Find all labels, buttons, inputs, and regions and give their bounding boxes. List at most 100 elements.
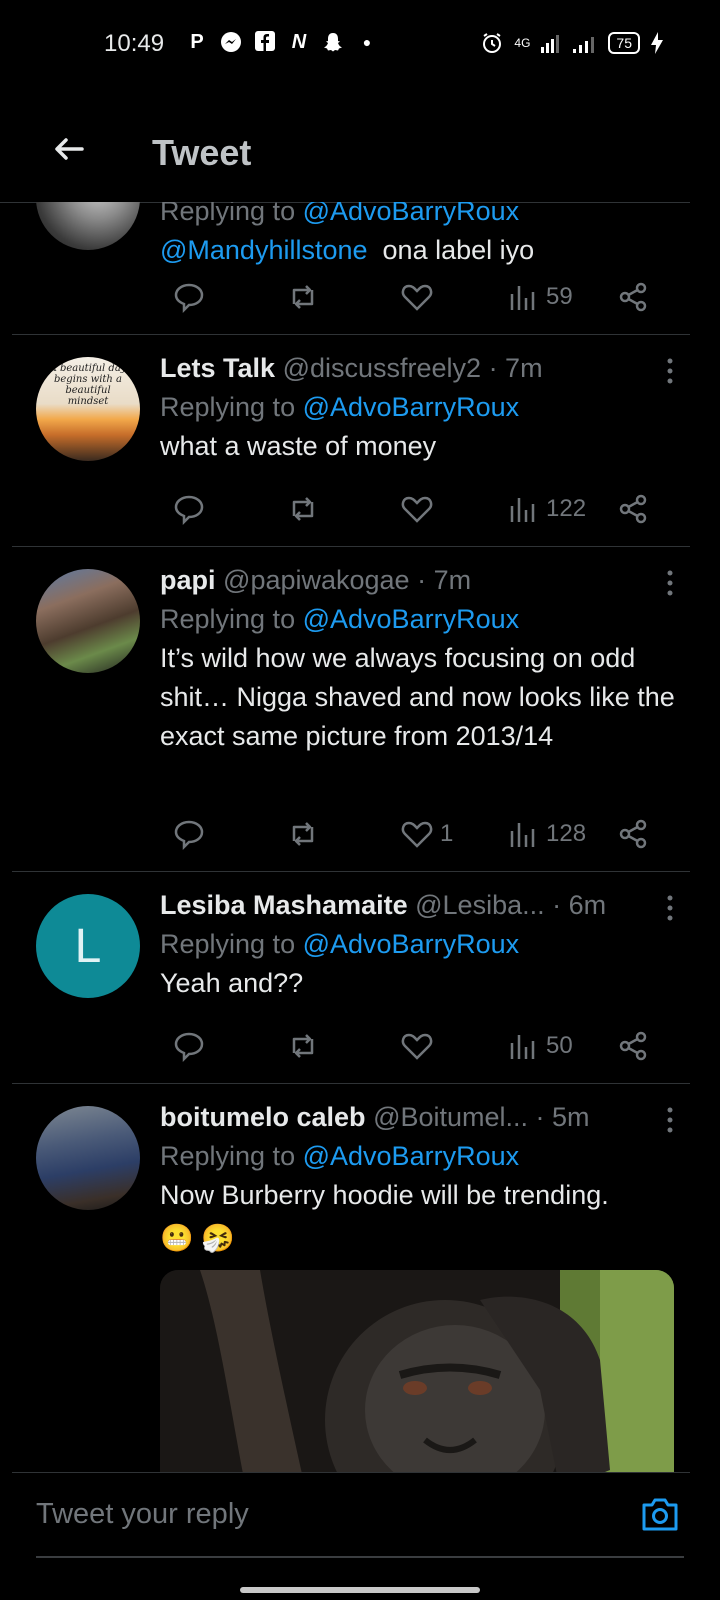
more-options-icon[interactable] (666, 894, 674, 922)
top-app-bar: Tweet (0, 110, 720, 203)
views-button[interactable]: 59 (506, 280, 573, 314)
reply-handle-link[interactable]: @AdvoBarryRoux (303, 392, 520, 422)
tweet-media-image[interactable] (160, 1270, 674, 1472)
author-name[interactable]: boitumelo caleb (160, 1102, 366, 1132)
reply-input[interactable] (36, 1478, 596, 1550)
share-button[interactable] (616, 280, 650, 314)
tweet-time: · 5m (535, 1102, 590, 1132)
share-button[interactable] (616, 1029, 650, 1063)
views-count: 50 (546, 1032, 573, 1059)
author-handle[interactable]: @Boitumel... (373, 1102, 528, 1132)
reply-tweet[interactable]: Replying to @AdvoBarryRoux @Mandyhillsto… (12, 202, 690, 335)
avatar[interactable] (36, 1106, 140, 1210)
more-options-icon[interactable] (666, 357, 674, 385)
author-name[interactable]: Lets Talk (160, 353, 275, 383)
tweet-text: Now Burberry hoodie will be trending. (160, 1180, 609, 1210)
retweet-button[interactable] (286, 1029, 320, 1063)
p-app-icon: P (190, 31, 204, 53)
tweet-actions: 122 (160, 492, 680, 526)
reply-icon (174, 495, 204, 526)
replying-to: Replying to @AdvoBarryRoux (160, 392, 520, 422)
reply-handle-link[interactable]: @AdvoBarryRoux (303, 1141, 520, 1171)
like-button[interactable]: 1 (400, 817, 453, 851)
tweet-emoji: 😬 🤧 (160, 1223, 235, 1253)
share-icon (619, 1031, 647, 1061)
reply-tweet[interactable]: papi @papiwakogae · 7m Replying to @Advo… (12, 547, 690, 872)
reply-button[interactable] (172, 492, 206, 526)
share-button[interactable] (616, 492, 650, 526)
signal-2-icon (573, 37, 595, 53)
author-handle[interactable]: @Lesiba... (415, 890, 544, 920)
retweet-icon (292, 1034, 314, 1058)
views-icon (510, 286, 535, 310)
author-handle[interactable]: @papiwakogae (223, 565, 410, 595)
signal-icon (541, 35, 560, 53)
reply-handle-link[interactable]: @AdvoBarryRoux (303, 604, 520, 634)
share-button[interactable] (616, 817, 650, 851)
home-gesture-bar[interactable] (240, 1587, 480, 1593)
more-options-icon[interactable] (666, 569, 674, 597)
tweet-header: boitumelo caleb @Boitumel... · 5m (160, 1102, 682, 1133)
n-app-icon: N (291, 31, 307, 53)
retweet-button[interactable] (286, 280, 320, 314)
avatar-initial: L (74, 919, 102, 973)
tweet-time: · 7m (417, 565, 472, 595)
reply-icon (174, 820, 204, 851)
replies-feed[interactable]: Replying to @AdvoBarryRoux @Mandyhillsto… (12, 202, 690, 1472)
avatar[interactable]: A beautiful day begins with a beautiful … (36, 357, 140, 461)
author-name[interactable]: papi (160, 565, 216, 595)
reply-icon (174, 283, 204, 314)
author-name[interactable]: Lesiba Mashamaite (160, 890, 408, 920)
reply-icon (174, 1032, 204, 1063)
like-button[interactable] (400, 492, 434, 526)
facebook-icon (254, 31, 276, 53)
camera-icon[interactable] (640, 1495, 680, 1533)
notification-icons: P N ● (186, 31, 378, 53)
retweet-button[interactable] (286, 817, 320, 851)
tweet-time: · 7m (488, 353, 543, 383)
mention-link[interactable]: @Mandyhillstone (160, 235, 368, 265)
charging-icon (651, 32, 663, 54)
retweet-button[interactable] (286, 492, 320, 526)
more-options-icon[interactable] (666, 1106, 674, 1134)
reply-handle-link[interactable]: @AdvoBarryRoux (303, 929, 520, 959)
reply-underline (36, 1556, 684, 1558)
system-status: 4G 75 (480, 31, 664, 55)
reply-button[interactable] (172, 817, 206, 851)
share-icon (619, 819, 647, 849)
views-count: 122 (546, 495, 587, 522)
reply-handle-link[interactable]: @AdvoBarryRoux (303, 202, 520, 226)
reply-button[interactable] (172, 1029, 206, 1063)
replying-to: Replying to @AdvoBarryRoux (160, 929, 520, 959)
like-button[interactable] (400, 280, 434, 314)
retweet-icon (292, 285, 314, 309)
messenger-icon (220, 31, 242, 53)
tweet-header: Lets Talk @discussfreely2 · 7m (160, 353, 682, 384)
avatar[interactable] (36, 569, 140, 673)
avatar[interactable] (36, 202, 140, 250)
reply-tweet[interactable]: boitumelo caleb @Boitumel... · 5m Replyi… (12, 1084, 690, 1472)
reply-bar-divider (12, 1472, 690, 1473)
tweet-time: · 6m (552, 890, 607, 920)
likes-count: 1 (440, 820, 454, 847)
more-notifications-dot: ● (362, 34, 372, 50)
like-button[interactable] (400, 1029, 434, 1063)
battery-indicator: 75 (608, 32, 640, 54)
reply-tweet[interactable]: L Lesiba Mashamaite @Lesiba... · 6m Repl… (12, 872, 690, 1084)
views-button[interactable]: 122 (506, 492, 586, 526)
views-button[interactable]: 128 (506, 817, 586, 851)
gorilla-illustration (160, 1270, 674, 1472)
reply-button[interactable] (172, 280, 206, 314)
heart-icon (401, 1033, 433, 1060)
views-button[interactable]: 50 (506, 1029, 573, 1063)
views-count: 128 (546, 820, 587, 847)
share-icon (619, 494, 647, 524)
status-time: 10:49 (104, 30, 165, 57)
back-arrow-icon[interactable] (48, 130, 88, 170)
author-handle[interactable]: @discussfreely2 (283, 353, 481, 383)
tweet-actions: 50 (160, 1029, 680, 1063)
retweet-icon (292, 497, 314, 521)
alarm-icon (483, 33, 502, 53)
avatar[interactable]: L (36, 894, 140, 998)
reply-tweet[interactable]: A beautiful day begins with a beautiful … (12, 335, 690, 547)
